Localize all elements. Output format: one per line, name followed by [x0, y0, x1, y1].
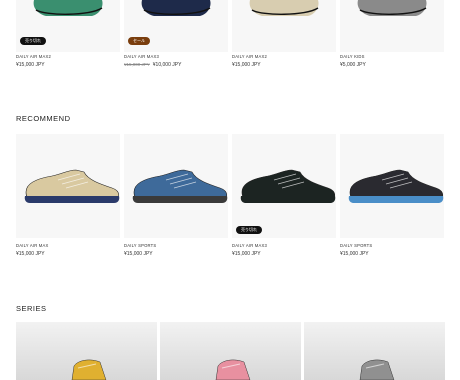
- product-image[interactable]: [340, 0, 444, 52]
- series-card[interactable]: [160, 322, 301, 380]
- soldout-badge: 売り切れ: [20, 37, 46, 45]
- product-name[interactable]: DAILY SPORTS: [340, 243, 372, 248]
- product-image[interactable]: [232, 0, 336, 52]
- product-price: ¥15,000 JPY: [124, 251, 153, 257]
- series-section-title: SERIES: [16, 304, 47, 313]
- product-price: ¥15,000 JPY ¥10,000 JPY: [124, 62, 181, 68]
- product-price: ¥15,000 JPY: [232, 251, 261, 257]
- current-price: ¥15,000 JPY: [16, 62, 45, 68]
- product-price: ¥15,000 JPY: [16, 62, 45, 68]
- current-price: ¥15,000 JPY: [232, 62, 261, 68]
- current-price: ¥10,000 JPY: [152, 62, 182, 68]
- soldout-badge: 売り切れ: [236, 226, 262, 234]
- product-image[interactable]: [124, 134, 228, 238]
- recommend-section-title: RECOMMEND: [16, 114, 71, 123]
- series-card[interactable]: [304, 322, 445, 380]
- product-name[interactable]: DAILY AIR MAX3: [124, 54, 159, 59]
- product-image[interactable]: [232, 134, 336, 238]
- current-price: ¥5,000 JPY: [340, 62, 366, 68]
- series-card[interactable]: [16, 322, 157, 380]
- sale-badge: セール: [128, 37, 150, 45]
- product-name[interactable]: DAILY AIR MAX: [16, 243, 48, 248]
- product-name[interactable]: DAILY SPORTS: [124, 243, 156, 248]
- original-price: ¥15,000 JPY: [124, 62, 150, 67]
- product-image[interactable]: [16, 134, 120, 238]
- product-price: ¥15,000 JPY: [232, 62, 261, 68]
- product-name[interactable]: DAILY AIR MAX3: [232, 243, 267, 248]
- product-name[interactable]: DAILY KIDS: [340, 54, 365, 59]
- product-price: ¥5,000 JPY: [340, 62, 366, 68]
- product-price: ¥15,000 JPY: [16, 251, 45, 257]
- product-name[interactable]: DAILY AIR MAX2: [232, 54, 267, 59]
- product-name[interactable]: DAILY AIR MAX2: [16, 54, 51, 59]
- product-image[interactable]: [340, 134, 444, 238]
- product-price: ¥15,000 JPY: [340, 251, 369, 257]
